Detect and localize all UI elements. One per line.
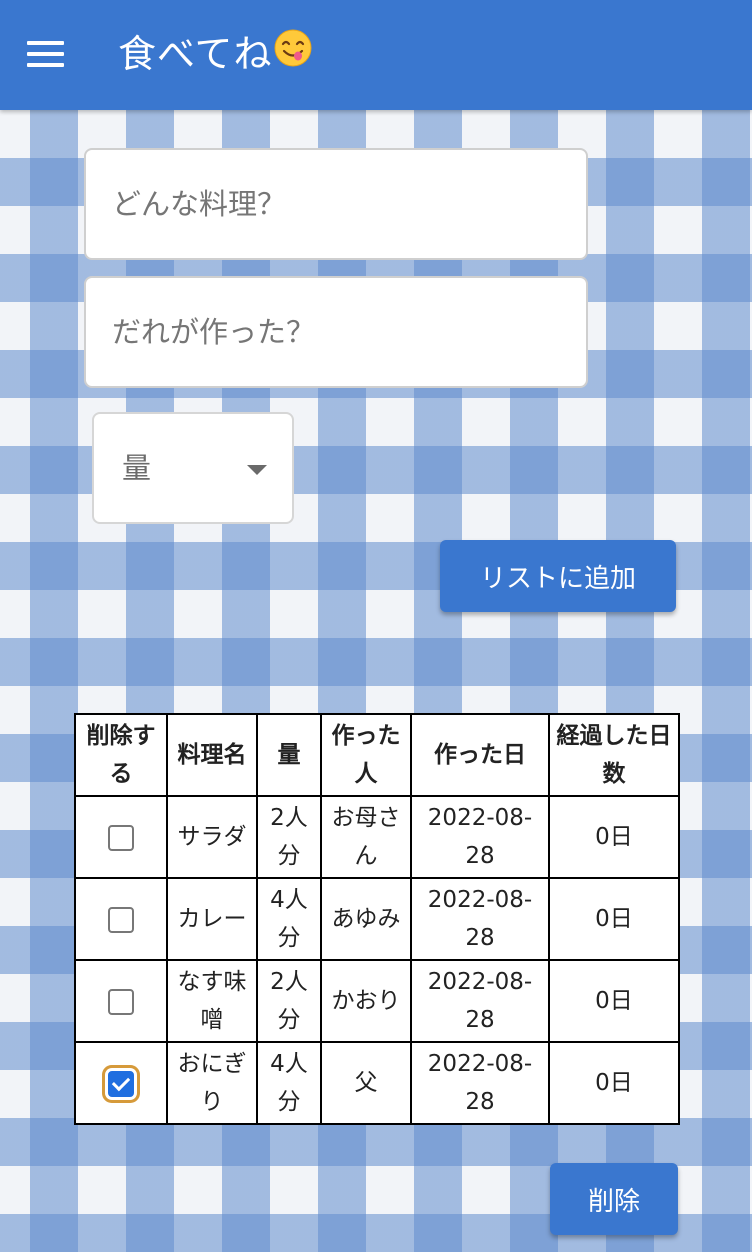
delete-checkbox[interactable] — [108, 906, 134, 933]
header-delete: 削除する — [74, 713, 168, 797]
table-row: なす味噌 2人分 かおり 2022-08-28 0日 — [74, 959, 680, 1043]
delete-button[interactable]: 削除 — [550, 1163, 678, 1235]
delete-checkbox-checked[interactable] — [108, 1070, 134, 1097]
header-days: 経過した日数 — [548, 713, 680, 797]
dish-cell: サラダ — [166, 795, 258, 879]
header-dish: 料理名 — [166, 713, 258, 797]
amount-cell: 4人分 — [256, 877, 322, 961]
maker-input[interactable] — [86, 278, 586, 386]
dish-cell: カレー — [166, 877, 258, 961]
date-cell: 2022-08-28 — [410, 795, 550, 879]
app-title-text: 食べてね — [118, 32, 273, 76]
delete-cell — [74, 959, 168, 1043]
days-cell: 0日 — [548, 959, 680, 1043]
yummy-face-icon — [274, 29, 312, 78]
delete-checkbox[interactable] — [108, 824, 134, 851]
table-header-row: 削除する 料理名 量 作った人 作った日 経過した日数 — [74, 713, 680, 797]
table-row: サラダ 2人分 お母さん 2022-08-28 0日 — [74, 795, 680, 879]
maker-cell: お母さん — [320, 795, 412, 879]
dish-name-field[interactable] — [84, 148, 588, 260]
delete-checkbox[interactable] — [108, 988, 134, 1015]
maker-cell: かおり — [320, 959, 412, 1043]
days-cell: 0日 — [548, 1041, 680, 1125]
quantity-select-label: 量 — [122, 451, 152, 485]
delete-cell — [74, 795, 168, 879]
date-cell: 2022-08-28 — [410, 1041, 550, 1125]
add-to-list-button[interactable]: リストに追加 — [440, 540, 676, 612]
days-cell: 0日 — [548, 877, 680, 961]
amount-cell: 4人分 — [256, 1041, 322, 1125]
menu-icon[interactable] — [18, 30, 74, 78]
header-maker: 作った人 — [320, 713, 412, 797]
app-title: 食べてね — [118, 29, 312, 78]
maker-field[interactable] — [84, 276, 588, 388]
days-cell: 0日 — [548, 795, 680, 879]
date-cell: 2022-08-28 — [410, 877, 550, 961]
header-amount: 量 — [256, 713, 322, 797]
dropdown-arrow-icon — [247, 465, 267, 475]
food-table: 削除する 料理名 量 作った人 作った日 経過した日数 サラダ 2人分 お母さん… — [74, 713, 680, 1125]
date-cell: 2022-08-28 — [410, 959, 550, 1043]
quantity-select[interactable]: 量 — [92, 412, 294, 524]
dish-cell: おにぎり — [166, 1041, 258, 1125]
delete-cell — [74, 1041, 168, 1125]
dish-cell: なす味噌 — [166, 959, 258, 1043]
header-date: 作った日 — [410, 713, 550, 797]
dish-name-input[interactable] — [86, 150, 586, 258]
app-bar: 食べてね — [0, 0, 752, 110]
table-row: カレー 4人分 あゆみ 2022-08-28 0日 — [74, 877, 680, 961]
maker-cell: 父 — [320, 1041, 412, 1125]
amount-cell: 2人分 — [256, 959, 322, 1043]
delete-cell — [74, 877, 168, 961]
amount-cell: 2人分 — [256, 795, 322, 879]
maker-cell: あゆみ — [320, 877, 412, 961]
table-row: おにぎり 4人分 父 2022-08-28 0日 — [74, 1041, 680, 1125]
